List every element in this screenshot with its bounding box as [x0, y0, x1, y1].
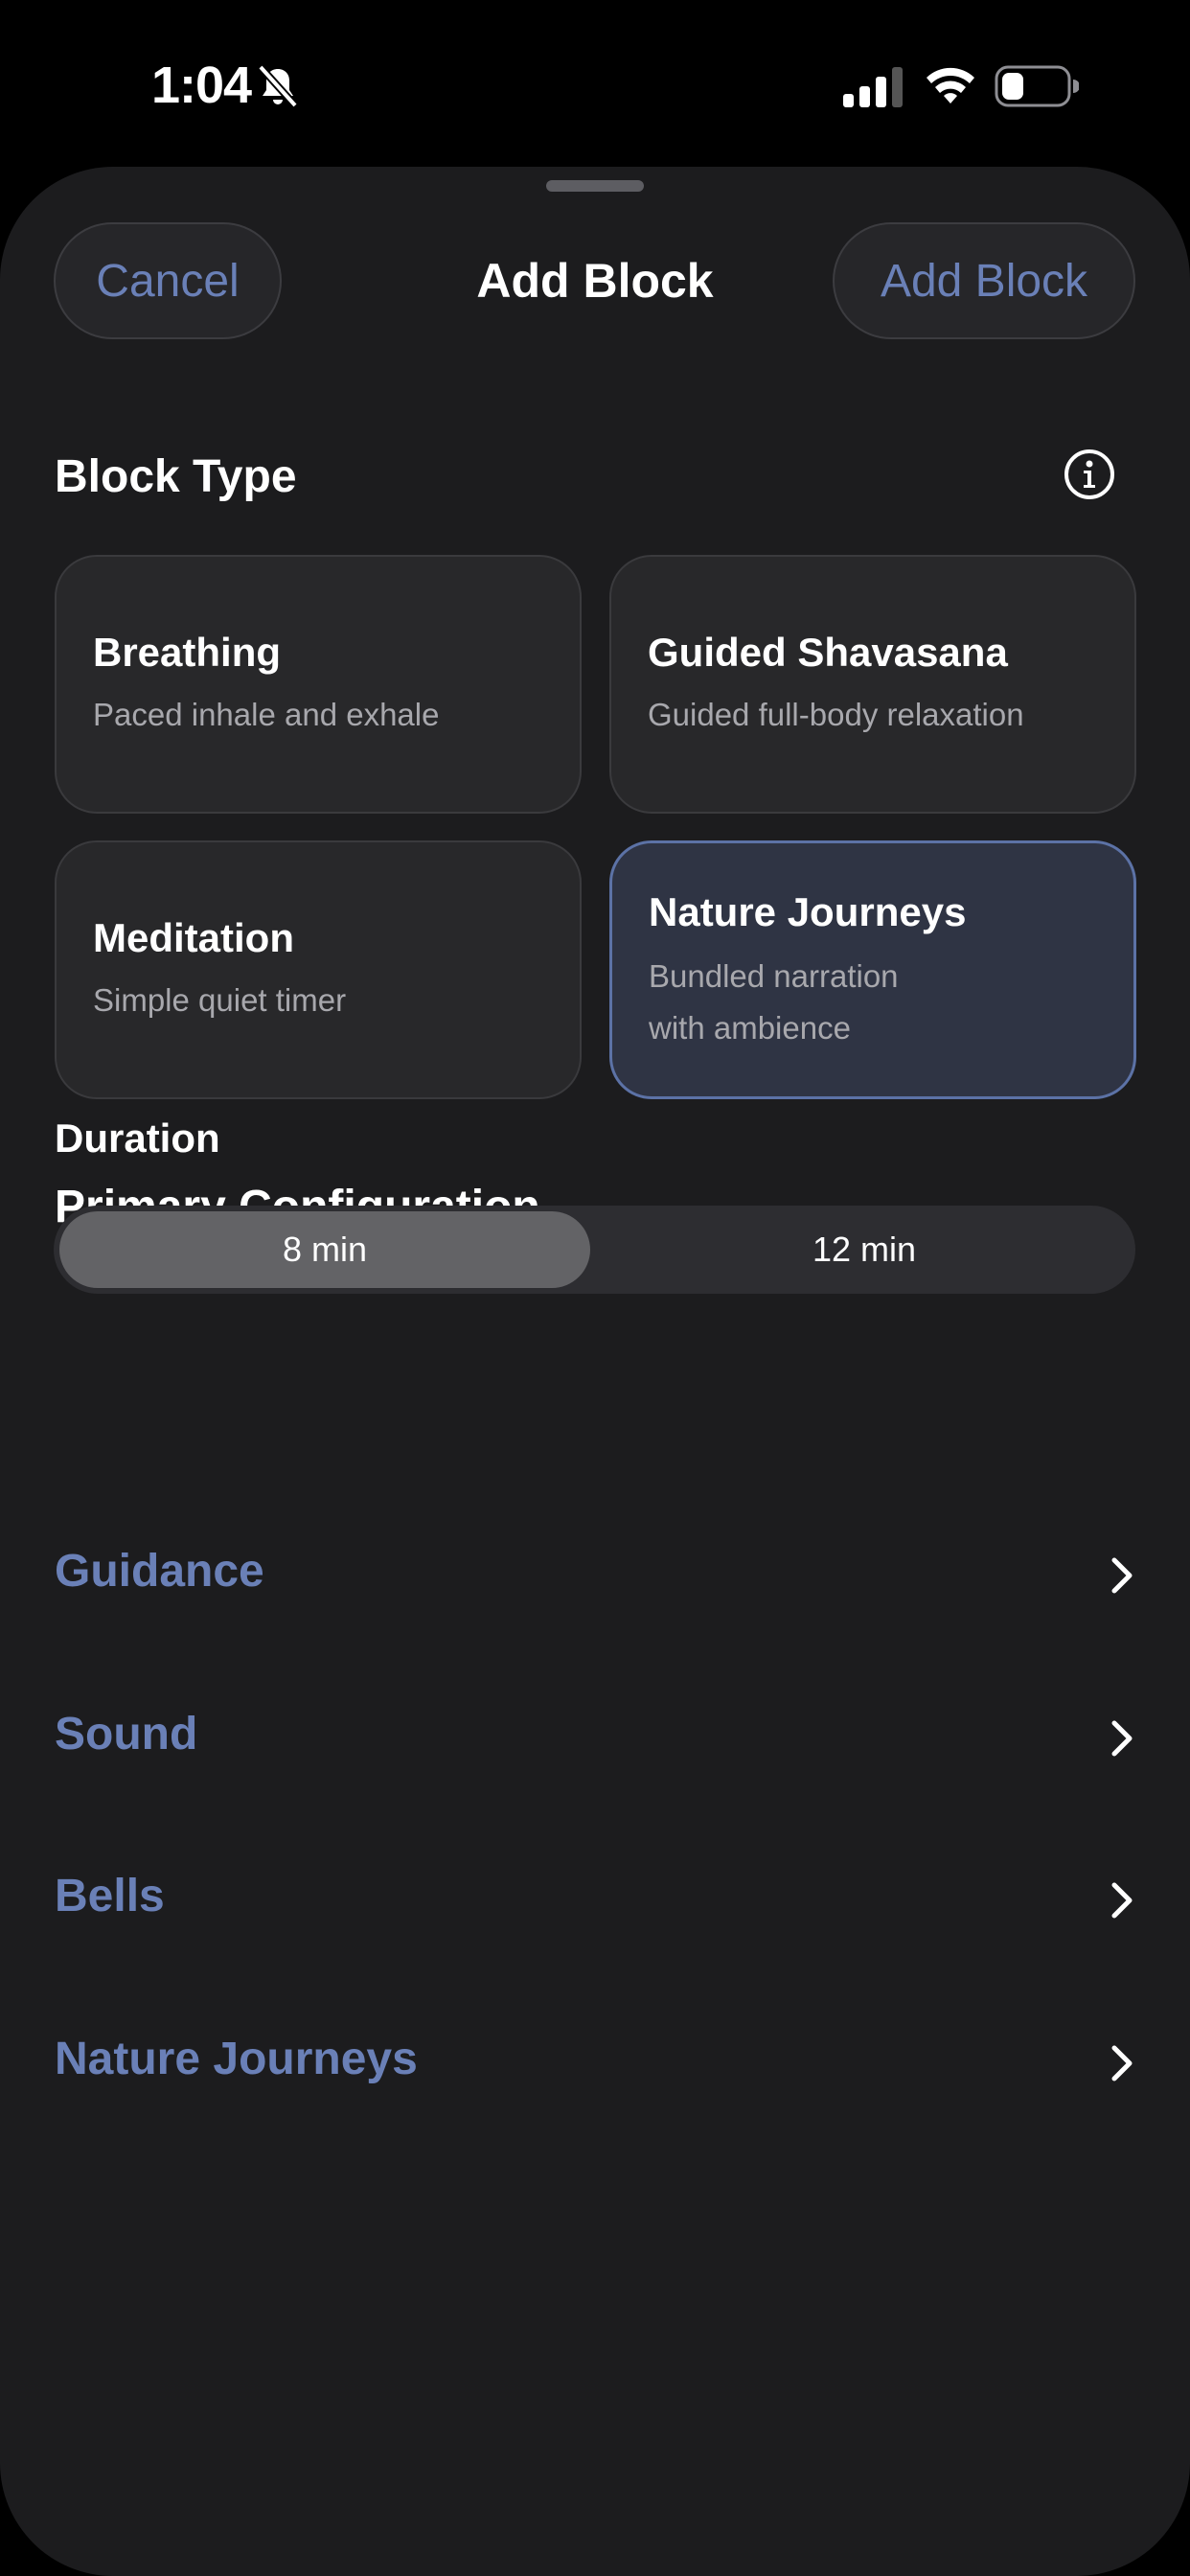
cellular-signal-icon	[843, 67, 903, 107]
card-subtitle: Simple quiet timer	[93, 982, 347, 1018]
block-option-nature-journeys[interactable]: Nature Journeys Bundled narration with a…	[609, 840, 1136, 1099]
info-circle-icon[interactable]	[1064, 448, 1115, 500]
chevron-right-icon	[1111, 1882, 1133, 1919]
chevron-right-icon	[1111, 1720, 1133, 1757]
sound-label: Sound	[55, 1709, 198, 1760]
add-block-button[interactable]: Add Block	[833, 222, 1135, 339]
chevron-right-icon	[1111, 2045, 1133, 2082]
bell-slash-icon	[258, 64, 298, 108]
card-subtitle-line2: with ambience	[649, 1010, 851, 1046]
sheet-grabber[interactable]	[546, 180, 644, 192]
battery-icon	[995, 65, 1079, 107]
duration-segment-8-min[interactable]: 8 min	[59, 1211, 590, 1288]
guidance-row[interactable]: Guidance	[0, 1526, 1190, 1622]
duration-label: Duration	[55, 1116, 220, 1161]
add-block-sheet: Cancel Add Block Add Block Block Type Br…	[0, 167, 1190, 2576]
card-subtitle: Paced inhale and exhale	[93, 697, 440, 732]
block-option-meditation[interactable]: Meditation Simple quiet timer	[55, 840, 582, 1099]
card-title: Guided Shavasana	[648, 630, 1008, 675]
guidance-label: Guidance	[55, 1546, 264, 1597]
block-option-guided-shavasana[interactable]: Guided Shavasana Guided full-body relaxa…	[609, 555, 1136, 814]
card-title: Meditation	[93, 915, 294, 960]
card-title: Nature Journeys	[649, 889, 967, 934]
status-time: 1:04	[151, 57, 252, 114]
duration-segmented-control: 8 min 12 min	[54, 1206, 1135, 1294]
nature-journeys-row[interactable]: Nature Journeys	[0, 2013, 1190, 2109]
nature-journeys-label: Nature Journeys	[55, 2034, 418, 2084]
chevron-right-icon	[1111, 1557, 1133, 1594]
block-type-heading: Block Type	[55, 451, 297, 502]
card-subtitle: Guided full-body relaxation	[648, 697, 1024, 732]
bells-row[interactable]: Bells	[0, 1851, 1190, 1946]
block-option-breathing[interactable]: Breathing Paced inhale and exhale	[55, 555, 582, 814]
card-subtitle-line1: Bundled narration	[649, 958, 899, 994]
duration-segment-12-min[interactable]: 12 min	[599, 1211, 1130, 1288]
card-title: Breathing	[93, 630, 282, 675]
sound-row[interactable]: Sound	[0, 1689, 1190, 1784]
status-bar: 1:04	[0, 0, 1190, 163]
bells-label: Bells	[55, 1871, 165, 1921]
wifi-icon	[927, 67, 974, 104]
